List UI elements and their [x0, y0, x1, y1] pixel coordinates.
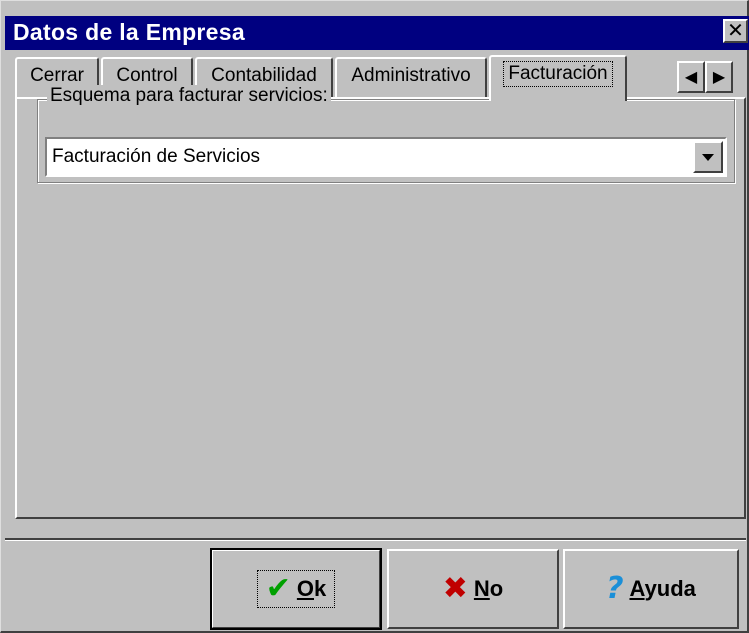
help-label: Ayuda	[629, 576, 696, 601]
separator	[5, 538, 746, 541]
x-mark-icon: ✖	[442, 571, 468, 606]
dialog-window: Datos de la Empresa ✕ Cerrar Control Con…	[0, 0, 749, 633]
tab-label: Cerrar	[30, 65, 84, 86]
arrow-right-icon: ▶	[712, 67, 726, 86]
tab-label: Administrativo	[351, 65, 471, 86]
tab-scroll-left-button[interactable]: ◀	[677, 61, 705, 93]
question-mark-icon: ?	[606, 571, 624, 606]
combobox-dropdown-button[interactable]	[693, 141, 723, 173]
arrow-left-icon: ◀	[684, 67, 698, 86]
tab-facturacion[interactable]: Facturación	[489, 55, 627, 101]
window-title: Datos de la Empresa	[13, 19, 245, 45]
checkmark-icon: ✔	[265, 571, 291, 606]
title-bar[interactable]: Datos de la Empresa ✕	[5, 16, 749, 50]
help-button[interactable]: ? Ayuda	[563, 549, 739, 629]
close-button[interactable]: ✕	[723, 19, 748, 43]
tab-label: Contabilidad	[211, 65, 317, 86]
no-button[interactable]: ✖ No	[387, 549, 559, 629]
group-legend: Esquema para facturar servicios:	[47, 85, 331, 107]
tab-label: Control	[116, 65, 178, 86]
combobox-value: Facturación de Servicios	[52, 146, 261, 167]
chevron-down-icon	[702, 154, 714, 161]
tab-label: Facturación	[503, 61, 613, 87]
tab-administrativo[interactable]: Administrativo	[335, 57, 487, 99]
ok-button[interactable]: ✔ Ok	[210, 548, 382, 630]
no-label: No	[473, 576, 504, 601]
close-icon: ✕	[727, 18, 744, 42]
tab-scroll-right-button[interactable]: ▶	[705, 61, 733, 93]
ok-label: Ok	[296, 576, 327, 601]
billing-scheme-combobox[interactable]: Facturación de Servicios	[45, 137, 727, 177]
